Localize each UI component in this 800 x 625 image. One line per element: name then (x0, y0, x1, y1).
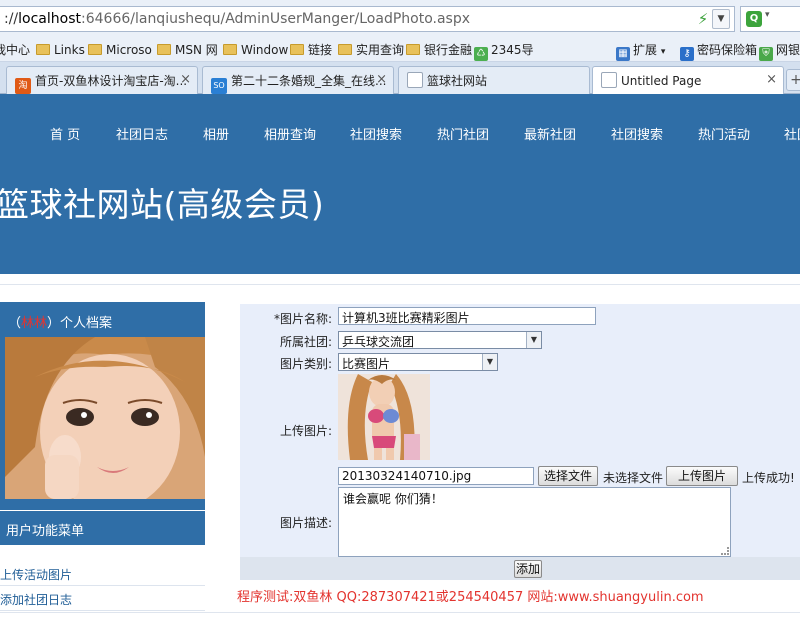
uploaded-photo-preview (338, 374, 430, 460)
compat-mode-icon[interactable]: ⚡ (696, 10, 710, 28)
page-icon (407, 72, 423, 88)
online-bank[interactable]: ⛨ 网银 (759, 42, 800, 61)
add-button[interactable]: 添加 (514, 560, 542, 578)
favorites-bar: 我中心 Links Microso MSN 网 Window 链接 实用查询 银… (0, 38, 800, 62)
soku-icon: SO (211, 78, 227, 94)
new-tab-button[interactable]: + (786, 69, 800, 91)
favorite-2345[interactable]: ♺ 2345导 (474, 42, 534, 61)
photo-description-textarea[interactable]: 谁会赢呢 你们猜！ (338, 487, 731, 557)
favorite-folder-links-cn[interactable]: 链接 (290, 42, 332, 58)
chevron-down-icon[interactable]: ▾ (765, 10, 770, 20)
favorite-folder-banking[interactable]: 银行金融 (406, 42, 472, 58)
upload-photo-label: 上传图片: (279, 424, 332, 438)
nav-album[interactable]: 相册 (203, 124, 229, 143)
shield-icon: ⛨ (759, 47, 773, 61)
tab-untitled-page[interactable]: Untitled Page × (592, 66, 784, 95)
favorite-folder-msn[interactable]: MSN 网 (157, 42, 218, 58)
form-actions: 添加 (240, 557, 800, 580)
folder-icon (157, 44, 171, 55)
taobao-icon: 淘 (15, 78, 31, 94)
password-vault[interactable]: ⚷ 密码保险箱 (680, 42, 757, 61)
sidebar-profile-panel: （林林）个人档案 (0, 302, 205, 510)
chevron-down-icon[interactable]: ▼ (526, 332, 541, 348)
photo-type-select[interactable]: 比赛图片 ▼ (338, 353, 498, 371)
extensions-icon: ▦ (616, 47, 630, 61)
extensions-menu[interactable]: ▦ 扩展 ▾ (616, 42, 665, 61)
folder-icon (223, 44, 237, 55)
nav-home[interactable]: 首 页 (50, 124, 80, 143)
nav-club-log[interactable]: 社团日志 (116, 124, 168, 143)
favorite-folder-windows[interactable]: Window (223, 42, 288, 58)
address-dropdown-button[interactable]: ▼ (712, 9, 730, 29)
divider (0, 612, 800, 613)
profile-username[interactable]: 林林 (21, 316, 47, 331)
nav-club-more[interactable]: 社团 (784, 124, 800, 143)
main-nav: 首 页 社团日志 相册 相册查询 社团搜索 热门社团 最新社团 社团搜索 热门活… (0, 124, 800, 144)
favorite-folder-microsoft[interactable]: Microso (88, 42, 152, 58)
nav-hot-events[interactable]: 热门活动 (698, 124, 750, 143)
resize-handle-icon[interactable] (721, 547, 729, 555)
sidebar-menu-title: 用户功能菜单 (0, 511, 205, 545)
favorite-folder-links[interactable]: Links (36, 42, 85, 58)
close-icon[interactable]: × (376, 72, 387, 87)
tab-taobao-shop[interactable]: 淘首页-双鱼林设计淘宝店-淘... × (6, 66, 198, 94)
sidebar-item-add-club-log[interactable]: 添加社团日志 (0, 587, 205, 611)
nav-new-clubs[interactable]: 最新社团 (524, 124, 576, 143)
upload-photo-form: *图片名称: 计算机3班比赛精彩图片 所属社团: 乒乓球交流团 ▼ 图片类别: 比… (240, 304, 800, 580)
tab-video[interactable]: SO 第二十二条婚规_全集_在线... × (202, 66, 394, 94)
nav-album-search[interactable]: 相册查询 (264, 124, 316, 143)
tab-basketball-site[interactable]: 篮球社网站 (398, 66, 590, 94)
chevron-down-icon[interactable]: ▼ (482, 354, 497, 370)
photo-name-input[interactable]: 计算机3班比赛精彩图片 (338, 307, 596, 325)
club-label: 所属社团: (279, 335, 332, 349)
address-bar-row: ://localhost:64666/lanqiushequ/AdminUser… (0, 0, 800, 38)
close-icon[interactable]: × (180, 72, 191, 87)
site-header: 首 页 社团日志 相册 相册查询 社团搜索 热门社团 最新社团 社团搜索 热门活… (0, 94, 800, 274)
nav-club-search[interactable]: 社团搜索 (350, 124, 402, 143)
choose-file-button[interactable]: 选择文件 (538, 466, 598, 486)
upload-photo-button[interactable]: 上传图片 (666, 466, 738, 486)
sidebar-item-upload-event-photo[interactable]: 上传活动图片 (0, 562, 205, 586)
folder-icon (406, 44, 420, 55)
search-engine-icon[interactable]: Q (746, 11, 762, 27)
photo-name-label: *图片名称: (273, 312, 332, 326)
nav-site-icon: ♺ (474, 47, 488, 61)
favorite-item[interactable]: 我中心 (0, 42, 30, 58)
favorite-folder-utilities[interactable]: 实用查询 (338, 42, 404, 58)
nav-club-search-2[interactable]: 社团搜索 (611, 124, 663, 143)
footer-credit: 程序测试:双鱼林 QQ:287307421或254540457 网站:www.s… (237, 590, 704, 605)
key-icon: ⚷ (680, 47, 694, 61)
no-file-chosen-text: 未选择文件 (603, 471, 664, 485)
club-select[interactable]: 乒乓球交流团 ▼ (338, 331, 542, 349)
folder-icon (290, 44, 304, 55)
photo-file-path-input[interactable]: 20130324140710.jpg (338, 467, 534, 485)
address-bar[interactable]: ://localhost:64666/lanqiushequ/AdminUser… (0, 6, 735, 32)
photo-type-label: 图片类别: (279, 357, 332, 371)
photo-description-label: 图片描述: (279, 516, 332, 530)
folder-icon (88, 44, 102, 55)
upload-status-text: 上传成功! (742, 471, 795, 485)
search-box[interactable]: Q ▾ (740, 6, 800, 32)
tab-strip: 淘首页-双鱼林设计淘宝店-淘... × SO 第二十二条婚规_全集_在线... ×… (0, 62, 800, 95)
close-icon[interactable]: × (766, 72, 777, 87)
divider (0, 284, 800, 285)
profile-heading: （林林）个人档案 (8, 316, 113, 331)
folder-icon (36, 44, 50, 55)
site-title: 篮球社网站(高级会员) (0, 185, 325, 224)
address-url[interactable]: ://localhost:64666/lanqiushequ/AdminUser… (4, 11, 470, 27)
page-icon (601, 72, 617, 88)
nav-hot-clubs[interactable]: 热门社团 (437, 124, 489, 143)
folder-icon (338, 44, 352, 55)
avatar (5, 337, 205, 499)
